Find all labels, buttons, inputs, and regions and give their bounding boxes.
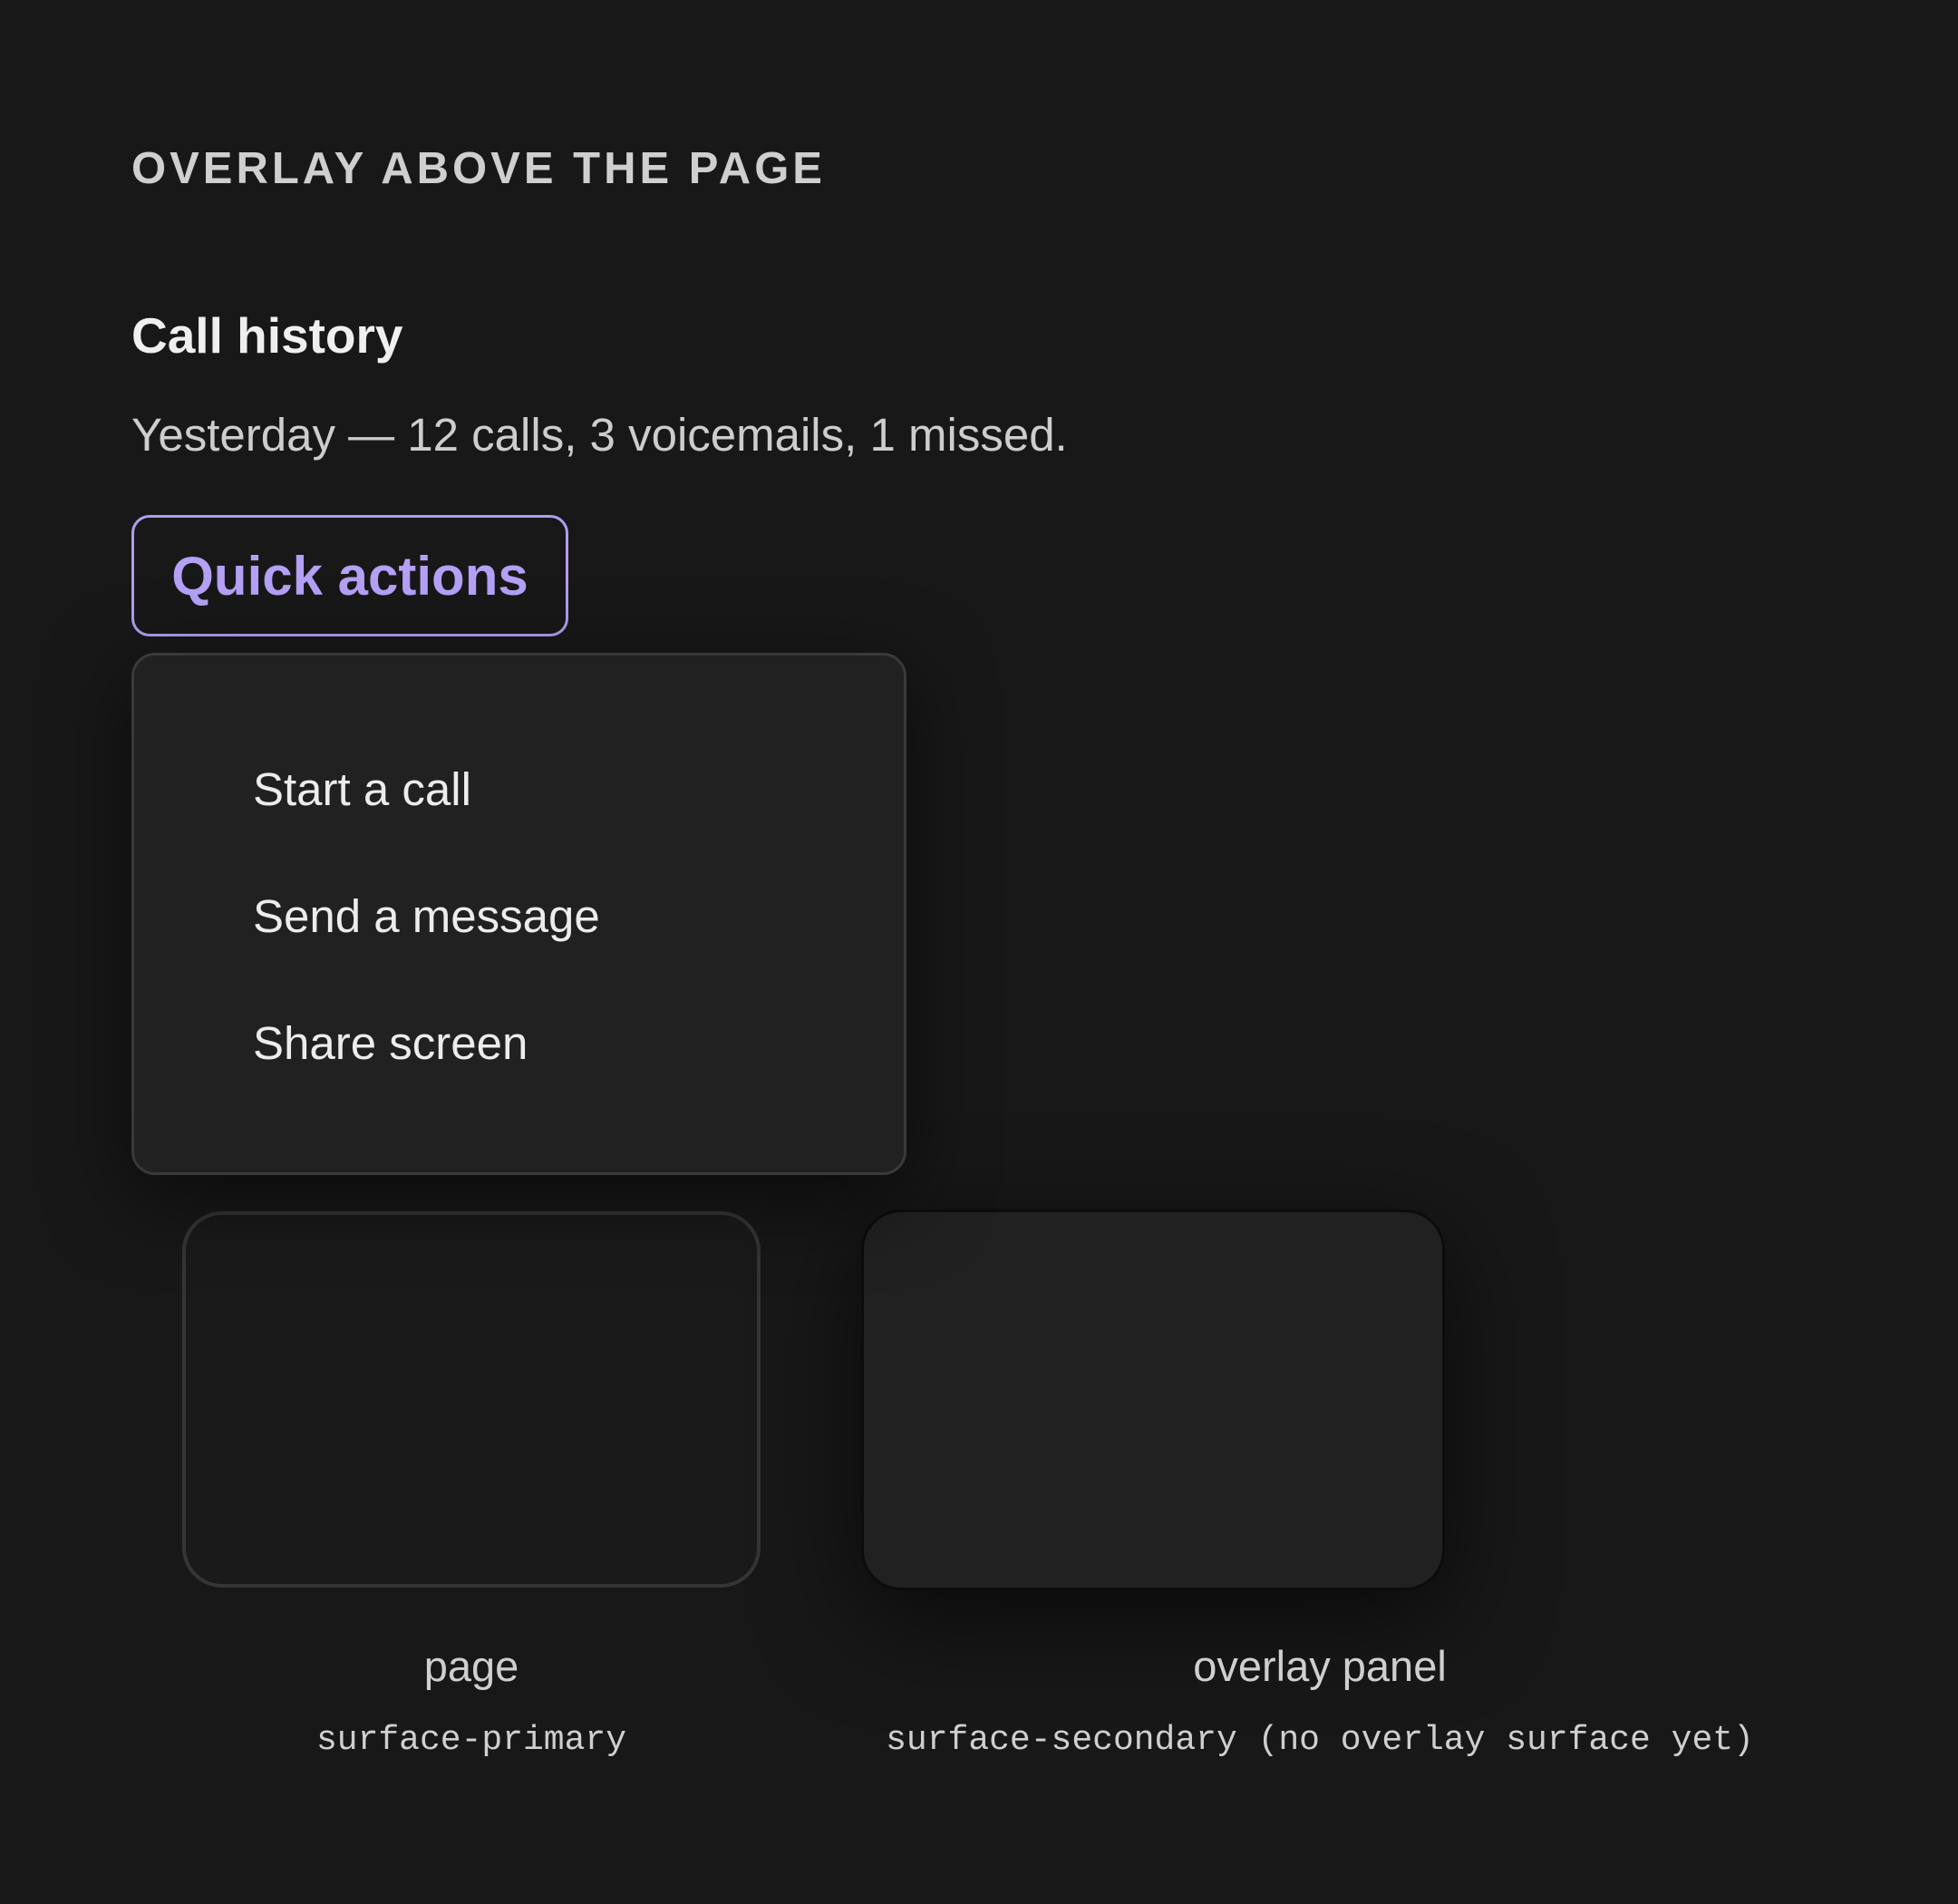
page-swatch-token: surface-primary (315, 1721, 627, 1760)
quick-actions-menu: Start a call Send a message Share screen (131, 653, 906, 1175)
quick-actions-button[interactable]: Quick actions (131, 515, 568, 636)
menu-item-share-screen[interactable]: Share screen (253, 1016, 528, 1070)
section-heading: OVERLAY ABOVE THE PAGE (131, 144, 826, 193)
page-swatch-label: page (423, 1642, 519, 1690)
overlay-surface-swatch (861, 1209, 1445, 1590)
overlay-swatch-token: surface-secondary (no overlay surface ye… (886, 1721, 1754, 1760)
menu-item-send-message[interactable]: Send a message (253, 889, 600, 943)
page-surface-swatch (182, 1211, 761, 1588)
call-summary: Yesterday — 12 calls, 3 voicemails, 1 mi… (131, 409, 1068, 461)
menu-item-start-call[interactable]: Start a call (253, 763, 471, 816)
page-title: Call history (131, 307, 403, 364)
overlay-swatch-label: overlay panel (1193, 1642, 1447, 1690)
